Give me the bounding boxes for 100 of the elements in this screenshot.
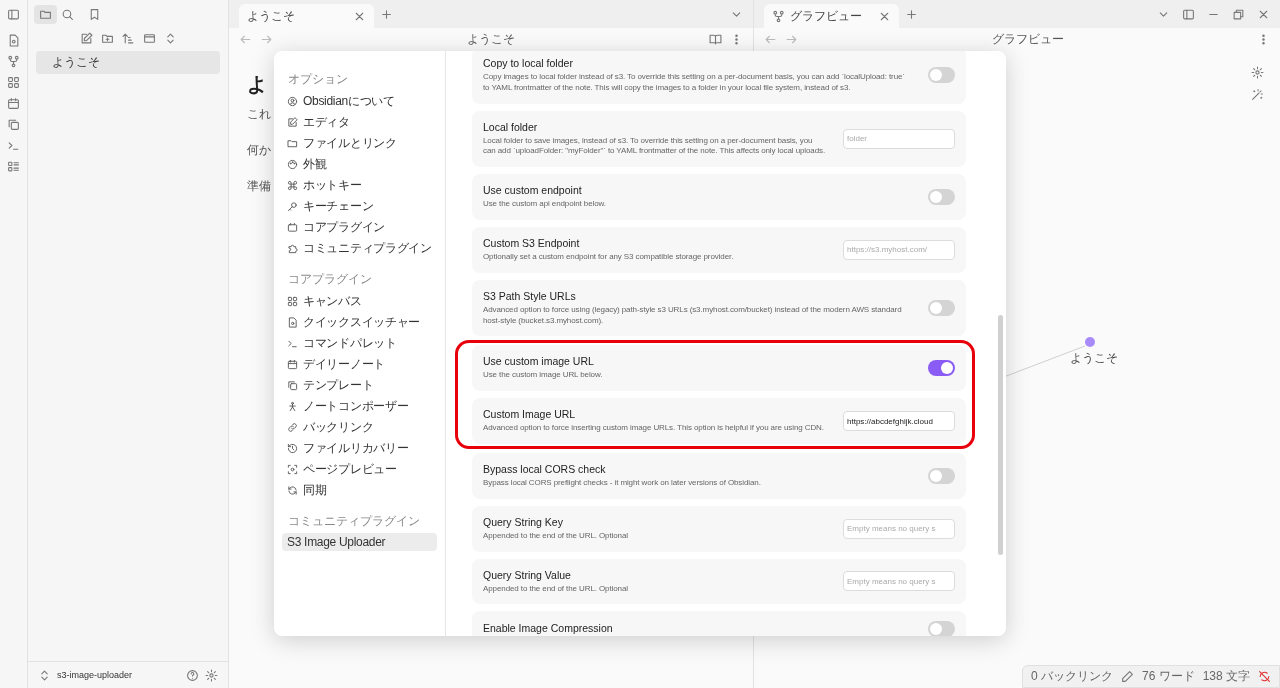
pane-title: ようこそ	[466, 31, 516, 48]
setting-name: S3 Path Style URLs	[483, 289, 577, 302]
folder-plus-icon[interactable]	[100, 32, 114, 45]
book-icon[interactable]	[709, 33, 722, 46]
terminal-icon[interactable]	[7, 139, 20, 152]
setting-name: Bypass local CORS check	[483, 462, 607, 475]
setting-name: Query String Key	[483, 515, 564, 528]
settings-nav-item[interactable]: バックリンク	[282, 417, 437, 438]
file-icon	[287, 317, 298, 328]
setting-description: Appended to the end of the URL. Optional	[483, 530, 629, 542]
files-tab[interactable]	[34, 4, 57, 24]
setting-name: Enable Image Compression	[483, 621, 614, 634]
calendar-icon	[287, 359, 298, 370]
settings-nav-item[interactable]: ホットキー	[282, 175, 437, 196]
setting-name: Query String Value	[483, 568, 572, 581]
sort-icon[interactable]	[121, 32, 135, 45]
setting-description: Advanced option to force inserting custom image URLs. This option is helpful if you are using CDN.	[483, 423, 825, 434]
calendar-icon[interactable]	[7, 97, 20, 110]
text-field[interactable]: https://s3.myhost.com/	[843, 239, 955, 260]
panel-icon[interactable]	[142, 32, 156, 45]
note-text: 何か	[247, 142, 271, 159]
settings-nav-item[interactable]: S3 Image Uploader	[282, 533, 437, 551]
sidebar-toggle-icon[interactable]	[7, 7, 20, 21]
section-heading: コアプラグイン	[287, 271, 373, 288]
setting-name: Copy to local folder	[483, 57, 574, 69]
toggle-switch[interactable]	[928, 621, 955, 636]
sync-off-icon[interactable]	[1258, 670, 1271, 683]
key-icon	[287, 201, 298, 212]
setting-description: Use the custom image URL below.	[483, 370, 604, 382]
plus-icon[interactable]	[905, 7, 918, 21]
text-field[interactable]: https://abcdefghijk.cloud	[843, 411, 955, 432]
toggle-switch[interactable]	[928, 189, 955, 206]
settings-nav-item[interactable]: 同期	[282, 480, 437, 501]
backlink-count[interactable]: 0 バックリンク	[1030, 668, 1113, 685]
setting-description: Optionally set a custom endpoint for any S3 compatible storage provider.	[483, 252, 735, 263]
grid-icon[interactable]	[7, 76, 20, 89]
toggle-switch[interactable]	[928, 300, 955, 317]
settings-nav-item[interactable]: クイックスイッチャー	[282, 312, 437, 333]
text-field[interactable]: Empty means no query s	[843, 518, 955, 539]
link-icon	[287, 422, 298, 433]
settings-nav-item[interactable]: コミュニティプラグイン	[282, 238, 437, 259]
graph-node[interactable]	[1085, 337, 1095, 347]
bookmark-icon[interactable]	[88, 7, 101, 21]
history-icon	[287, 443, 298, 454]
folder-icon	[287, 138, 298, 149]
word-count: 76 ワード	[1141, 668, 1195, 685]
sidebar-toggle-icon[interactable]	[1182, 7, 1195, 21]
char-count: 138 文字	[1202, 668, 1250, 685]
text-field[interactable]: Empty means no query s	[843, 571, 955, 592]
setting-description: Bypass local CORS preflight checks - it might work on later versions of Obsidian.	[483, 477, 762, 489]
list-icon[interactable]	[7, 160, 20, 173]
toggle-switch[interactable]	[928, 67, 955, 84]
settings-nav-item[interactable]: ページプレビュー	[282, 459, 437, 480]
settings-nav-item[interactable]: テンプレート	[282, 375, 437, 396]
tab[interactable]: グラフビュー	[764, 4, 899, 28]
vault-name[interactable]: s3-image-uploader	[57, 670, 180, 680]
scrollbar-thumb[interactable]	[998, 315, 1003, 555]
text-field[interactable]: folder	[843, 128, 955, 149]
settings-nav-item[interactable]: ノートコンポーザー	[282, 396, 437, 417]
settings-nav-item[interactable]: デイリーノート	[282, 354, 437, 375]
settings-nav-item[interactable]: ファイルとリンク	[282, 133, 437, 154]
settings-nav-item[interactable]: エディタ	[282, 112, 437, 133]
search-icon[interactable]	[61, 7, 74, 21]
file-icon[interactable]	[7, 34, 20, 47]
plus-icon[interactable]	[380, 7, 393, 21]
file-item[interactable]: ようこそ	[36, 51, 220, 74]
setting-name: Custom S3 Endpoint	[483, 237, 581, 249]
refresh-icon	[287, 485, 298, 496]
settings-nav-item[interactable]: コマンドパレット	[282, 333, 437, 354]
chevrons-icon[interactable]	[38, 668, 51, 682]
tab[interactable]: ようこそ	[239, 4, 374, 28]
setting-description: Copy images to local folder instead of s3. To override this setting on a per-document basis, you can add `localUpload: true` to YAML frontmatter of the note. This will copy the images to a folder in your local file system, instead of s3.	[483, 72, 906, 94]
copy-icon[interactable]	[7, 118, 20, 131]
node-label: ようこそ	[1070, 350, 1118, 367]
setting-description: Local folder to save images, instead of s3. To override this setting on a per-document basis, you can add `uploadFolder: "myFolder"` to YAML frontmatter of the note. This affects only local uploads.	[483, 135, 827, 158]
restore-icon[interactable]	[1232, 7, 1245, 21]
toggle-switch[interactable]	[928, 467, 955, 484]
note-heading: よ	[247, 72, 267, 97]
setting-description: Advanced option to force using (legacy) path-style s3 URLs (s3.myhost.com/bucket) instead of the modern AWS standard host-style (bucket.s3.myhost.com).	[483, 304, 903, 327]
copy-icon	[287, 380, 298, 391]
settings-nav-item[interactable]: ファイルリカバリー	[282, 438, 437, 459]
settings-nav-item[interactable]: キャンバス	[282, 291, 437, 312]
section-heading: オプション	[287, 71, 349, 88]
note-text: これ	[247, 106, 271, 123]
settings-nav-item[interactable]: Obsidianについて	[282, 91, 437, 112]
pencil-icon[interactable]	[1120, 670, 1134, 683]
settings-nav-item[interactable]: キーチェーン	[282, 196, 437, 217]
graph-icon[interactable]	[7, 55, 20, 68]
settings-nav-item[interactable]: 外観	[282, 154, 437, 175]
help-icon[interactable]	[186, 668, 199, 682]
toggle-switch[interactable]	[928, 360, 955, 377]
settings-nav-item[interactable]: コアプラグイン	[282, 217, 437, 238]
setting-description: Appended to the end of the URL. Optional	[483, 583, 629, 595]
wand-icon[interactable]	[1251, 88, 1264, 101]
pane-title: グラフビュー	[990, 31, 1065, 48]
command-icon	[287, 180, 298, 191]
edit-icon[interactable]	[79, 32, 93, 45]
user-icon	[287, 96, 298, 107]
pencil-icon	[287, 117, 298, 128]
person-icon	[287, 401, 298, 412]
